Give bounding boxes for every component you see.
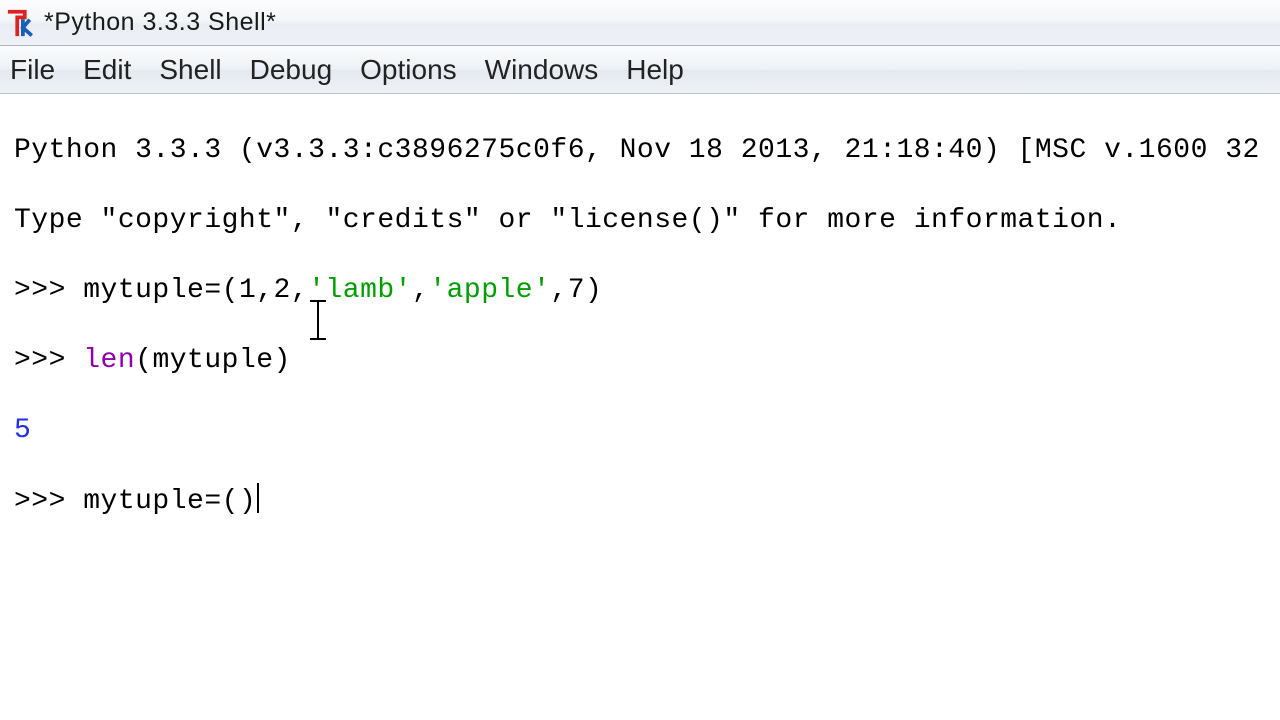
code-text: (mytuple): [135, 345, 291, 376]
banner-line-2: Type "copyright", "credits" or "license(…: [14, 203, 1266, 238]
menu-edit[interactable]: Edit: [83, 54, 131, 86]
menu-windows[interactable]: Windows: [485, 54, 599, 86]
menubar: File Edit Shell Debug Options Windows He…: [0, 46, 1280, 94]
menu-debug[interactable]: Debug: [250, 54, 333, 86]
menu-help[interactable]: Help: [626, 54, 684, 86]
code-text: ,: [412, 275, 429, 306]
repl-output: 5: [14, 413, 1266, 448]
prompt: >>>: [14, 486, 83, 517]
menu-options[interactable]: Options: [360, 54, 457, 86]
repl-line-3: >>> mytuple=(): [14, 483, 1266, 519]
window-title: *Python 3.3.3 Shell*: [44, 8, 276, 37]
code-text: ,7): [550, 275, 602, 306]
banner-line-1: Python 3.3.3 (v3.3.3:c3896275c0f6, Nov 1…: [14, 133, 1266, 168]
text-caret: [257, 483, 259, 513]
repl-line-1: >>> mytuple=(1,2,'lamb','apple',7): [14, 273, 1266, 308]
builtin-name: len: [83, 345, 135, 376]
titlebar: *Python 3.3.3 Shell*: [0, 0, 1280, 46]
python-tk-icon: [6, 8, 36, 38]
string-literal: 'apple': [429, 275, 550, 306]
code-text: mytuple=(1,2,: [83, 275, 308, 306]
menu-file[interactable]: File: [10, 54, 55, 86]
code-text: mytuple=(): [83, 486, 256, 517]
prompt: >>>: [14, 275, 83, 306]
prompt: >>>: [14, 345, 83, 376]
string-literal: 'lamb': [308, 275, 412, 306]
repl-line-2: >>> len(mytuple): [14, 343, 1266, 378]
menu-shell[interactable]: Shell: [159, 54, 221, 86]
shell-text-area[interactable]: Python 3.3.3 (v3.3.3:c3896275c0f6, Nov 1…: [0, 94, 1280, 720]
